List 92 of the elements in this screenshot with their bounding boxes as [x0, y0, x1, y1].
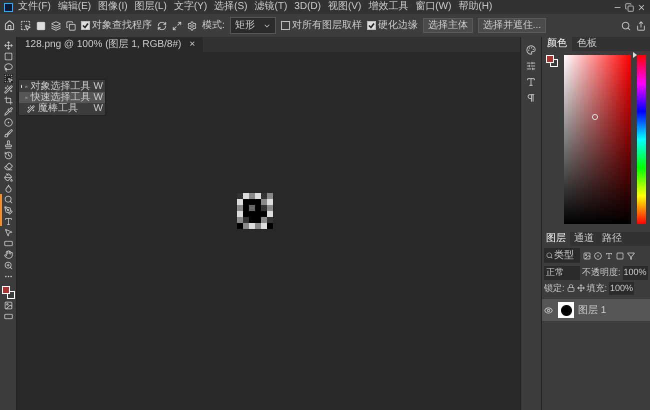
menu-item[interactable]: 帮助(H) [456, 1, 494, 13]
bucket-icon[interactable] [4, 173, 12, 182]
visibility-icon[interactable] [544, 306, 553, 314]
shape-filter-icon[interactable] [616, 252, 624, 260]
checkbox-label: 对象查找程序 [92, 18, 152, 33]
tab-close[interactable]: × [189, 37, 196, 52]
selection-icon[interactable] [4, 74, 12, 83]
checkbox[interactable] [280, 21, 290, 30]
option-button[interactable]: 选择并遮住... [478, 18, 546, 33]
fill-field[interactable]: 100% [609, 282, 634, 295]
layer-name: 图层 1 [578, 304, 606, 318]
mode-dropdown[interactable]: 矩形 [230, 17, 276, 34]
lock-icon[interactable] [566, 284, 575, 292]
character-icon[interactable] [526, 77, 536, 87]
menu-item[interactable]: 图像(I) [96, 1, 130, 13]
pointer-icon[interactable] [4, 228, 12, 237]
color-picker-marker[interactable] [592, 114, 598, 120]
panel-tab[interactable]: 图层 [542, 232, 570, 246]
menu-item[interactable]: 滤镜(T) [252, 1, 290, 13]
marquee-icon[interactable] [4, 52, 12, 61]
checkbox[interactable] [366, 21, 376, 30]
filter-icon[interactable] [627, 252, 635, 260]
menu-item[interactable]: 3D(D) [292, 1, 323, 13]
document-tab[interactable]: 128.png @ 100% (图层 1, RGB/8#) × [17, 37, 204, 52]
menu-item[interactable]: 图层(L) [132, 1, 169, 13]
menu-item[interactable]: 视图(V) [326, 1, 364, 13]
eraser-icon[interactable] [4, 162, 12, 171]
panel-tab[interactable]: 色板 [572, 37, 602, 51]
blend-mode-dropdown[interactable]: 正常 [544, 266, 580, 280]
adjustments-icon[interactable] [526, 61, 536, 71]
color-swatch-icon[interactable] [546, 55, 558, 67]
tool-icon [27, 104, 35, 112]
search-icon[interactable] [621, 20, 631, 30]
rectangle-icon[interactable] [4, 239, 12, 248]
move-icon[interactable] [4, 41, 12, 50]
color-swatch-icon[interactable] [2, 286, 14, 299]
menu-item[interactable]: 增效工具 [366, 1, 410, 13]
paragraph-icon[interactable] [526, 93, 536, 103]
opacity-field[interactable]: 100% [622, 266, 648, 280]
type-filter-icon[interactable] [605, 252, 613, 260]
lock-label: 锁定: [544, 282, 565, 294]
filter-label: 类型 [554, 248, 574, 263]
app-logo-icon [4, 2, 13, 12]
restore-icon[interactable] [625, 2, 634, 12]
brush-icon[interactable] [4, 129, 12, 138]
color-field[interactable] [564, 55, 631, 224]
settings-icon[interactable] [187, 20, 197, 30]
search-icon [546, 252, 553, 259]
type-icon[interactable] [4, 217, 12, 226]
new-selection-icon[interactable] [36, 20, 46, 30]
flyout-item[interactable]: 快速选择工具 W [19, 92, 105, 103]
selection-tool-icon[interactable] [20, 20, 31, 31]
lock-position-icon[interactable] [576, 284, 585, 292]
pixel-image-drawing [236, 193, 272, 229]
eyedropper-icon[interactable] [4, 107, 12, 116]
checkbox[interactable] [81, 21, 90, 30]
panel-tab[interactable]: 路径 [598, 232, 626, 246]
fill-label: 填充: [586, 282, 608, 294]
screen-mode-icon[interactable] [4, 312, 12, 321]
checkbox-label: 对所有图层取样 [292, 18, 362, 33]
menu-item[interactable]: 文件(F) [16, 1, 53, 13]
healing-icon[interactable] [4, 118, 12, 127]
droplet-icon[interactable] [4, 184, 12, 193]
hand-icon[interactable] [4, 250, 12, 259]
menu-item[interactable]: 窗口(W) [413, 1, 454, 13]
adjust-filter-icon[interactable] [594, 252, 602, 260]
zoom-icon[interactable] [4, 261, 12, 270]
menu-item[interactable]: 文字(Y) [172, 1, 210, 13]
layer-thumbnail [558, 302, 574, 318]
checkbox-label: 硬化边缘 [378, 18, 418, 33]
panel-tab[interactable]: 通道 [570, 232, 598, 246]
share-icon[interactable] [636, 20, 646, 30]
lasso-icon[interactable] [4, 63, 12, 72]
panel-tab[interactable]: 颜色 [542, 37, 572, 51]
pen-icon[interactable] [4, 206, 12, 215]
crop-icon[interactable] [4, 96, 12, 105]
flyout-item[interactable]: 对象选择工具 W [19, 81, 105, 92]
home-icon[interactable] [4, 20, 15, 31]
hue-slider-thumb[interactable] [633, 52, 637, 58]
pixel-filter-icon[interactable] [583, 252, 591, 260]
stamp-icon[interactable] [4, 140, 12, 149]
filter-dropdown[interactable]: 类型 [544, 248, 580, 263]
menu-item[interactable]: 选择(S) [212, 1, 250, 13]
option-button[interactable]: 选择主体 [422, 18, 473, 33]
layer-row[interactable]: 图层 1 [542, 299, 650, 321]
flyout-item[interactable]: 魔棒工具 W [19, 103, 105, 114]
refresh-icon[interactable] [157, 20, 167, 30]
menu-item[interactable]: 编辑(E) [56, 1, 94, 13]
mode-label: 模式: [202, 18, 225, 33]
opacity-label: 不透明度: [582, 266, 621, 279]
close-icon[interactable] [637, 2, 646, 12]
history-brush-icon[interactable] [4, 151, 12, 160]
